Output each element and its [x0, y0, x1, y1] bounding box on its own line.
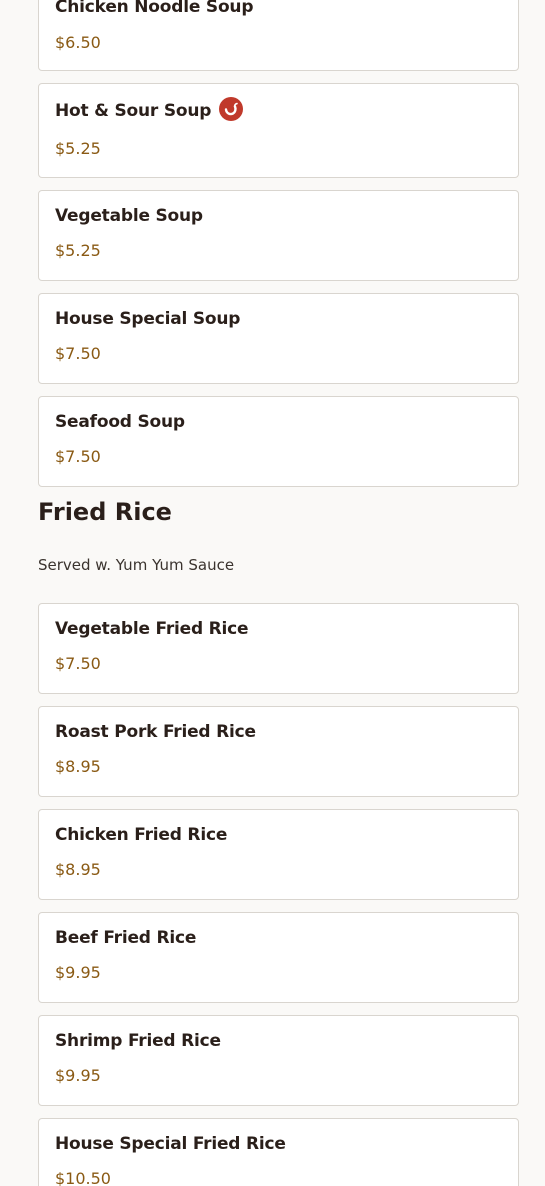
section-description: Served w. Yum Yum Sauce	[38, 556, 235, 574]
item-name: Shrimp Fried Rice	[55, 1031, 221, 1051]
section-title: Fried Rice	[38, 498, 172, 526]
item-name: House Special Fried Rice	[55, 1134, 286, 1154]
item-price: $9.95	[55, 963, 101, 982]
item-name: House Special Soup	[55, 309, 241, 329]
item-name: Seafood Soup	[55, 412, 185, 432]
menu-item-card[interactable]: Seafood Soup $7.50	[38, 396, 519, 487]
item-price: $5.25	[55, 241, 101, 260]
menu-item-card[interactable]: House Special Soup $7.50	[38, 293, 519, 384]
item-price: $7.50	[55, 447, 101, 466]
item-name: Chicken Fried Rice	[55, 825, 228, 845]
item-price: $9.95	[55, 1066, 101, 1085]
item-price: $10.50	[55, 1169, 111, 1186]
item-price: $7.50	[55, 654, 101, 673]
item-price: $7.50	[55, 344, 101, 363]
item-price: $6.50	[55, 33, 101, 52]
menu-item-card[interactable]: Vegetable Soup $5.25	[38, 190, 519, 281]
item-price: $5.25	[55, 139, 101, 158]
menu-item-card[interactable]: Vegetable Fried Rice $7.50	[38, 603, 519, 694]
spicy-pepper-icon	[219, 97, 244, 121]
item-name: Hot & Sour Soup	[55, 97, 244, 123]
item-price: $8.95	[55, 757, 101, 776]
menu-item-card[interactable]: Roast Pork Fried Rice $8.95	[38, 706, 519, 797]
menu-item-card[interactable]: Chicken Noodle Soup $6.50	[38, 0, 519, 71]
item-name-text: Hot & Sour Soup	[55, 101, 212, 121]
menu-item-card[interactable]: Hot & Sour Soup $5.25	[38, 83, 519, 178]
menu-item-card[interactable]: Beef Fried Rice $9.95	[38, 912, 519, 1003]
item-name: Chicken Noodle Soup	[55, 0, 254, 17]
item-name: Vegetable Soup	[55, 206, 203, 226]
item-name: Roast Pork Fried Rice	[55, 722, 256, 742]
menu-item-card[interactable]: House Special Fried Rice $10.50	[38, 1118, 519, 1186]
item-name: Vegetable Fried Rice	[55, 619, 249, 639]
menu-item-card[interactable]: Chicken Fried Rice $8.95	[38, 809, 519, 900]
item-price: $8.95	[55, 860, 101, 879]
menu-item-card[interactable]: Shrimp Fried Rice $9.95	[38, 1015, 519, 1106]
menu-page: Chicken Noodle Soup $6.50 Hot & Sour Sou…	[0, 0, 545, 1186]
item-name: Beef Fried Rice	[55, 928, 197, 948]
